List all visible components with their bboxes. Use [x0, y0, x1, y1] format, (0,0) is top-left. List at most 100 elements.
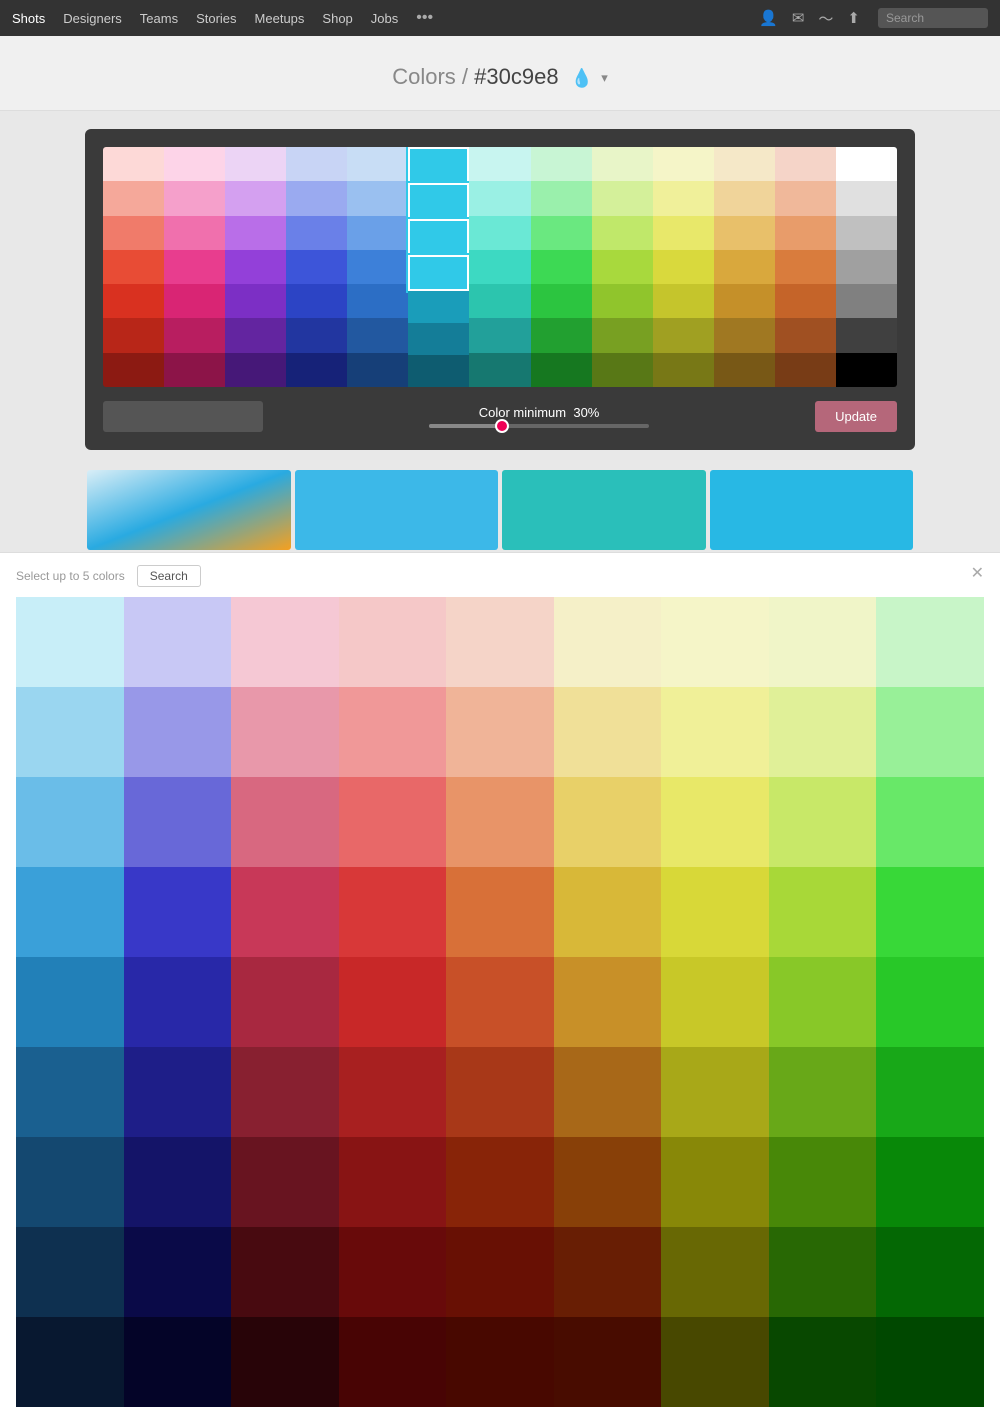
big-color-cell[interactable]	[124, 1047, 232, 1137]
main-color-cell[interactable]	[103, 181, 164, 215]
main-color-cell[interactable]	[286, 147, 347, 181]
main-color-cell[interactable]	[347, 318, 408, 352]
big-color-cell[interactable]	[554, 777, 662, 867]
shot-thumb-4[interactable]	[710, 470, 914, 550]
big-color-cell[interactable]	[231, 1047, 339, 1137]
main-color-cell[interactable]	[836, 353, 897, 387]
color-slider-container[interactable]	[429, 424, 649, 428]
big-color-cell[interactable]	[124, 1137, 232, 1227]
big-color-cell[interactable]	[124, 597, 232, 687]
big-color-cell[interactable]	[16, 867, 124, 957]
big-color-cell[interactable]	[769, 1047, 877, 1137]
main-color-cell[interactable]	[653, 181, 714, 215]
main-color-cell[interactable]	[653, 318, 714, 352]
main-color-cell[interactable]	[347, 250, 408, 284]
big-color-cell[interactable]	[124, 867, 232, 957]
big-color-cell[interactable]	[16, 687, 124, 777]
main-color-cell[interactable]	[653, 216, 714, 250]
main-color-cell[interactable]	[714, 147, 775, 181]
big-color-cell[interactable]	[16, 597, 124, 687]
main-color-cell[interactable]	[531, 284, 592, 318]
big-color-cell[interactable]	[124, 1317, 232, 1407]
search-input[interactable]	[878, 8, 988, 28]
main-color-cell[interactable]	[836, 250, 897, 284]
main-color-cell[interactable]	[531, 216, 592, 250]
main-color-cell[interactable]	[775, 353, 836, 387]
main-color-cell[interactable]	[347, 353, 408, 387]
main-color-cell[interactable]	[225, 250, 286, 284]
main-color-cell[interactable]	[714, 284, 775, 318]
big-color-cell[interactable]	[339, 687, 447, 777]
main-color-cell[interactable]	[592, 181, 653, 215]
upload-icon[interactable]: ⬆	[847, 9, 860, 27]
main-color-cell[interactable]	[531, 318, 592, 352]
main-color-cell[interactable]	[836, 216, 897, 250]
main-color-cell[interactable]	[103, 250, 164, 284]
nav-meetups[interactable]: Meetups	[255, 11, 305, 26]
shot-thumb-2[interactable]	[295, 470, 499, 550]
main-color-cell[interactable]	[408, 147, 469, 183]
close-icon[interactable]: ✕	[971, 563, 984, 583]
big-color-cell[interactable]	[769, 1317, 877, 1407]
hex-input[interactable]: #30c9e8	[103, 401, 263, 432]
main-color-cell[interactable]	[164, 216, 225, 250]
main-color-cell[interactable]	[714, 250, 775, 284]
big-color-cell[interactable]	[876, 867, 984, 957]
big-color-cell[interactable]	[231, 1227, 339, 1317]
big-color-cell[interactable]	[661, 777, 769, 867]
big-color-cell[interactable]	[446, 597, 554, 687]
main-color-cell[interactable]	[531, 250, 592, 284]
main-color-cell[interactable]	[714, 181, 775, 215]
main-color-cell[interactable]	[347, 147, 408, 181]
main-color-grid[interactable]	[103, 147, 897, 387]
big-color-cell[interactable]	[231, 777, 339, 867]
main-color-cell[interactable]	[225, 318, 286, 352]
main-color-cell[interactable]	[225, 353, 286, 387]
main-color-cell[interactable]	[469, 353, 530, 387]
big-color-cell[interactable]	[876, 1047, 984, 1137]
main-color-cell[interactable]	[225, 284, 286, 318]
big-color-grid[interactable]	[16, 597, 984, 1407]
main-color-cell[interactable]	[592, 216, 653, 250]
main-color-cell[interactable]	[653, 284, 714, 318]
main-color-cell[interactable]	[347, 284, 408, 318]
main-color-cell[interactable]	[286, 353, 347, 387]
main-color-cell[interactable]	[408, 323, 469, 355]
nav-shop[interactable]: Shop	[322, 11, 352, 26]
big-color-cell[interactable]	[339, 867, 447, 957]
main-color-cell[interactable]	[531, 147, 592, 181]
big-color-cell[interactable]	[876, 1317, 984, 1407]
main-color-cell[interactable]	[531, 181, 592, 215]
big-color-cell[interactable]	[124, 777, 232, 867]
nav-stories[interactable]: Stories	[196, 11, 236, 26]
big-color-cell[interactable]	[339, 777, 447, 867]
big-color-cell[interactable]	[124, 1227, 232, 1317]
big-color-cell[interactable]	[769, 687, 877, 777]
big-color-cell[interactable]	[876, 1227, 984, 1317]
main-color-cell[interactable]	[469, 284, 530, 318]
main-color-cell[interactable]	[408, 355, 469, 387]
main-color-cell[interactable]	[836, 147, 897, 181]
main-color-cell[interactable]	[775, 181, 836, 215]
big-color-cell[interactable]	[554, 1227, 662, 1317]
big-color-cell[interactable]	[876, 597, 984, 687]
big-color-cell[interactable]	[16, 1227, 124, 1317]
main-color-cell[interactable]	[225, 181, 286, 215]
big-color-cell[interactable]	[16, 1047, 124, 1137]
big-color-cell[interactable]	[554, 597, 662, 687]
big-color-cell[interactable]	[339, 1137, 447, 1227]
big-color-cell[interactable]	[661, 1227, 769, 1317]
main-color-cell[interactable]	[103, 216, 164, 250]
main-color-cell[interactable]	[592, 318, 653, 352]
main-color-cell[interactable]	[408, 219, 469, 255]
color-drop-icon[interactable]: 💧	[571, 68, 593, 88]
main-color-cell[interactable]	[164, 284, 225, 318]
big-color-cell[interactable]	[446, 1137, 554, 1227]
big-color-cell[interactable]	[339, 1227, 447, 1317]
main-color-cell[interactable]	[164, 181, 225, 215]
main-color-cell[interactable]	[408, 291, 469, 323]
big-color-cell[interactable]	[554, 957, 662, 1047]
big-color-cell[interactable]	[231, 957, 339, 1047]
shot-thumb-1[interactable]	[87, 470, 291, 550]
main-color-cell[interactable]	[286, 216, 347, 250]
